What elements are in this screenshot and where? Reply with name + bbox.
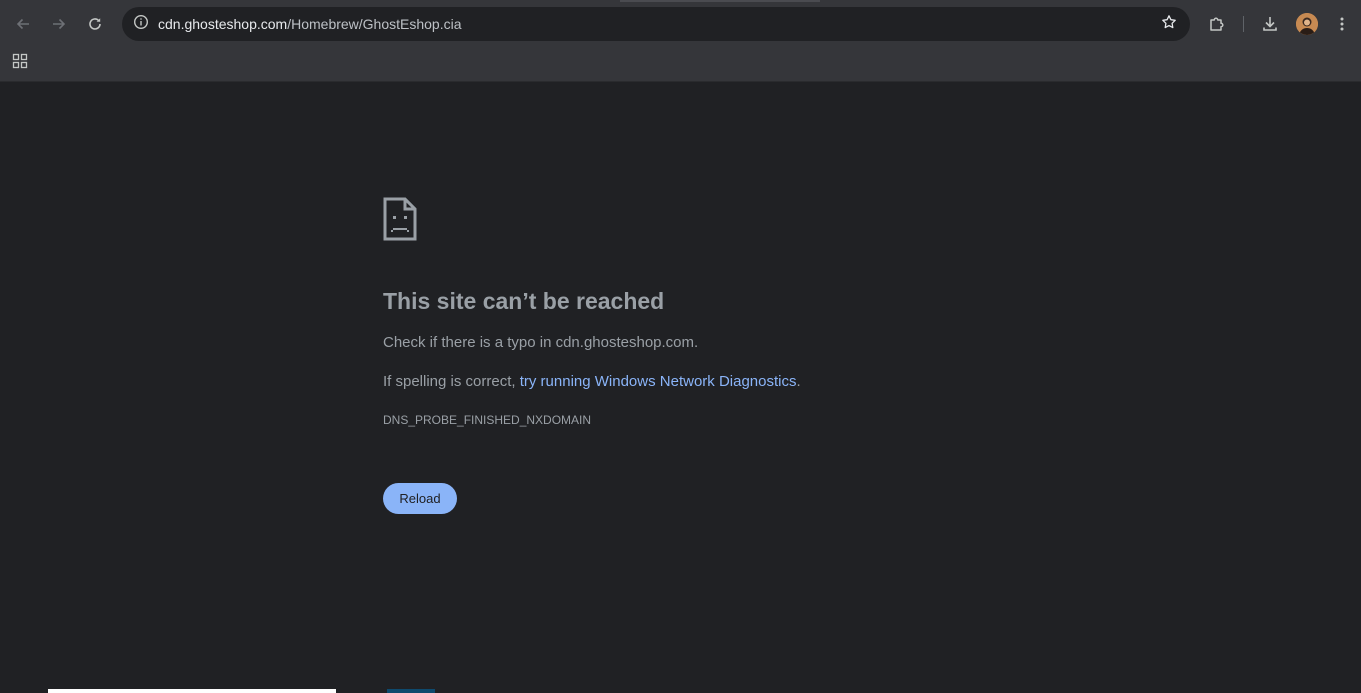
star-icon (1161, 14, 1177, 35)
typo-hint: Check if there is a typo in cdn.ghostesh… (383, 334, 698, 352)
spelling-suffix: . (796, 373, 801, 390)
address-bar[interactable]: cdn.ghosteshop.com/Homebrew/GhostEshop.c… (122, 7, 1190, 41)
extensions-button[interactable] (1201, 8, 1233, 40)
site-info-icon (133, 14, 149, 35)
bookmark-button[interactable] (1158, 13, 1180, 35)
reload-page-button[interactable] (79, 8, 111, 40)
profile-avatar[interactable] (1296, 13, 1318, 35)
url-host: cdn.ghosteshop.com (158, 16, 288, 32)
back-arrow-icon (15, 16, 31, 32)
error-headline: This site can’t be reached (383, 288, 665, 314)
tab-strip-edge (620, 0, 820, 2)
reload-icon (87, 16, 103, 32)
bookmarks-bar (0, 48, 1361, 82)
typo-host: cdn.ghosteshop.com (555, 334, 695, 351)
kebab-menu-icon (1334, 16, 1350, 32)
back-button[interactable] (7, 8, 39, 40)
taskbar-edge-accent (387, 689, 435, 693)
error-page: This site can’t be reached Check if ther… (0, 82, 1361, 693)
network-diagnostics-link[interactable]: try running Windows Network Diagnostics (520, 373, 797, 390)
browser-menu-button[interactable] (1326, 8, 1358, 40)
error-code: DNS_PROBE_FINISHED_NXDOMAIN (383, 413, 592, 427)
download-icon (1261, 15, 1279, 33)
url-path: /Homebrew/GhostEshop.cia (287, 16, 462, 32)
taskbar-edge-light (48, 689, 336, 693)
typo-prefix: Check if there is a typo in (383, 334, 556, 351)
toolbar-separator (1243, 16, 1244, 32)
reload-button[interactable]: Reload (383, 483, 457, 514)
typo-suffix: . (694, 334, 699, 351)
spelling-hint: If spelling is correct, try running Wind… (383, 373, 801, 391)
sad-page-icon (383, 197, 417, 241)
browser-toolbar: cdn.ghosteshop.com/Homebrew/GhostEshop.c… (0, 0, 1361, 48)
forward-arrow-icon (51, 16, 67, 32)
spelling-prefix: If spelling is correct, (383, 373, 520, 390)
site-info-button[interactable] (128, 11, 154, 37)
forward-button[interactable] (43, 8, 75, 40)
puzzle-icon (1208, 15, 1226, 33)
downloads-button[interactable] (1254, 8, 1286, 40)
apps-grid-icon (12, 53, 28, 74)
url-text[interactable]: cdn.ghosteshop.com/Homebrew/GhostEshop.c… (158, 16, 462, 32)
apps-button[interactable] (10, 53, 30, 73)
